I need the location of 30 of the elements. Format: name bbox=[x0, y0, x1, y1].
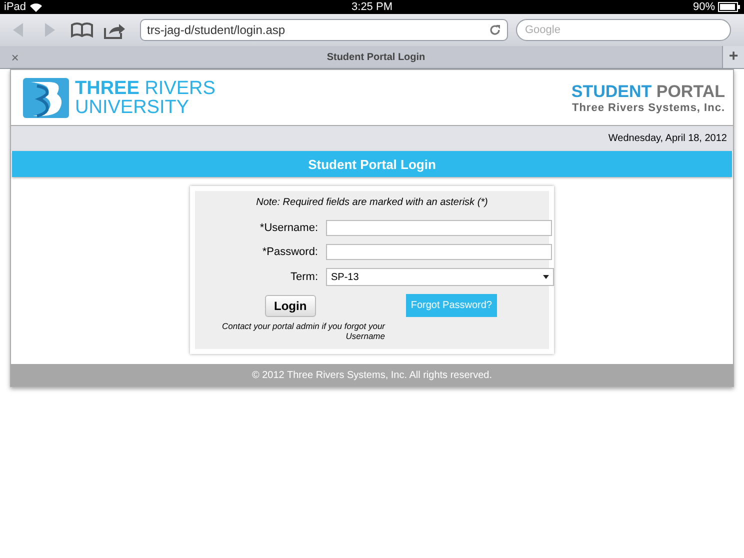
device-name: iPad bbox=[4, 1, 26, 13]
clock: 3:25 PM bbox=[352, 1, 392, 13]
date-text: Wednesday, April 18, 2012 bbox=[608, 133, 727, 144]
field-label: Term: bbox=[290, 271, 318, 283]
field-label: *Password: bbox=[261, 246, 318, 258]
logo-title: THREE RIVERS bbox=[75, 78, 216, 98]
username-field[interactable] bbox=[326, 220, 552, 236]
wifi-icon bbox=[30, 2, 42, 12]
field-label: *Username: bbox=[258, 222, 318, 234]
term-dropdown[interactable]: SP-13 bbox=[326, 268, 554, 286]
login-button[interactable]: Login bbox=[265, 294, 316, 316]
portal-title: STUDENT PORTAL bbox=[571, 82, 725, 102]
password-field[interactable] bbox=[326, 244, 552, 260]
copyright-text: © 2012 Three Rivers Systems, Inc. All rights reserved. bbox=[252, 370, 492, 380]
new-tab-button[interactable]: + bbox=[722, 46, 744, 68]
required-note: Note: Required fields are marked with an asterisk (*) bbox=[255, 197, 489, 208]
page-banner: Student Portal Login bbox=[12, 151, 732, 177]
search-field[interactable]: Google bbox=[516, 19, 731, 41]
close-tab-button[interactable]: × bbox=[0, 48, 30, 66]
battery-percent: 90% bbox=[692, 1, 715, 13]
caret-icon bbox=[543, 275, 549, 279]
address-bar[interactable]: trs-jag-d/student/login.asp bbox=[140, 19, 508, 41]
help-text: Contact your portal admin if you forgot your Username bbox=[221, 321, 385, 341]
company-name: Three Rivers Systems, Inc. bbox=[571, 102, 725, 114]
bookmarks-icon[interactable] bbox=[70, 20, 94, 40]
tab-title[interactable]: Student Portal Login bbox=[30, 52, 722, 62]
logo-subtitle: UNIVERSITY bbox=[75, 98, 190, 116]
reload-icon[interactable] bbox=[489, 24, 501, 36]
logo-icon bbox=[23, 78, 69, 118]
battery-icon bbox=[718, 2, 740, 12]
